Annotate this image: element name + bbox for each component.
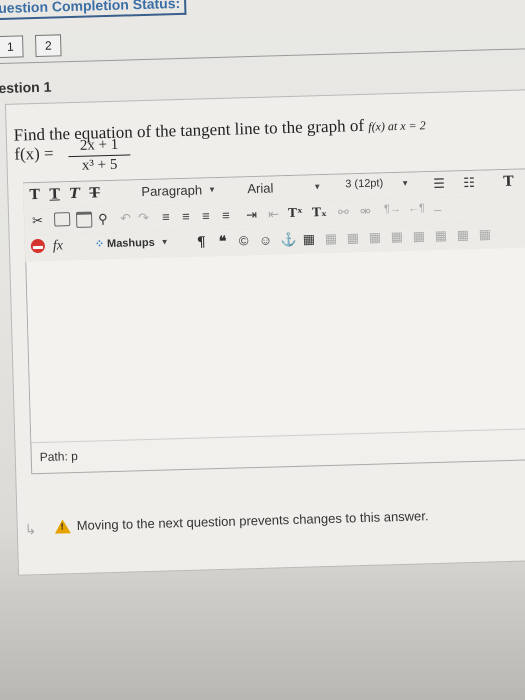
arrow-icon: ↳: [24, 521, 37, 538]
page: uestion Completion Status: 1 2 estion 1 …: [0, 0, 525, 700]
mashups-icon: ⁘: [94, 238, 105, 251]
chevron-down-icon: ▼: [160, 237, 169, 247]
anchor-icon[interactable]: ⚓: [281, 232, 298, 248]
chevron-down-icon: ▼: [401, 178, 410, 188]
more-icon[interactable]: –: [434, 202, 442, 217]
redo-icon[interactable]: ↷: [138, 210, 149, 226]
table-extra-icon[interactable]: ▦: [479, 226, 492, 242]
text-style-button-2[interactable]: T: [49, 186, 60, 202]
table-split-icon[interactable]: ▦: [413, 228, 426, 244]
fraction-numerator: 2x + 1: [67, 136, 131, 158]
paragraph-select-label: Paragraph: [141, 182, 203, 200]
link-icon[interactable]: ⚯: [338, 204, 349, 220]
answer-text-area[interactable]: [26, 247, 525, 442]
warning-icon: [54, 518, 71, 534]
table-row-icon[interactable]: ▦: [325, 231, 338, 247]
copyright-button[interactable]: ©: [239, 233, 249, 248]
text-style-button-3[interactable]: T: [69, 186, 80, 202]
cut-icon[interactable]: ✂: [32, 213, 43, 229]
table-col-icon[interactable]: ▦: [347, 230, 360, 246]
screen-content: uestion Completion Status: 1 2 estion 1 …: [0, 0, 525, 700]
find-icon[interactable]: ⚲: [98, 211, 108, 227]
completion-status-label: uestion Completion Status:: [0, 0, 187, 21]
question-nav-2[interactable]: 2: [34, 34, 62, 58]
function-lhs: f(x) =: [14, 143, 54, 164]
align-left-icon[interactable]: ≡: [162, 209, 170, 224]
formula-button[interactable]: fx: [53, 238, 64, 254]
divider: [0, 48, 525, 65]
chevron-down-icon: ▼: [207, 185, 217, 195]
pilcrow-button[interactable]: ¶: [197, 234, 206, 250]
undo-icon[interactable]: ↶: [120, 210, 131, 226]
table-delete-icon[interactable]: ▦: [435, 228, 448, 244]
font-select[interactable]: Arial ▼: [247, 179, 321, 196]
question-nav-1[interactable]: 1: [0, 35, 24, 59]
unlink-icon[interactable]: ⚮: [360, 204, 371, 220]
numbered-list-icon[interactable]: ☷: [463, 175, 475, 191]
font-select-label: Arial: [247, 180, 274, 197]
paragraph-select[interactable]: Paragraph ▼: [141, 182, 216, 199]
blockquote-button[interactable]: ❝: [219, 234, 227, 250]
rtl-icon[interactable]: ←¶: [408, 202, 425, 214]
size-select[interactable]: 3 (12pt) ▼: [345, 177, 410, 191]
align-right-icon[interactable]: ≡: [202, 208, 210, 223]
size-select-label: 3 (12pt): [345, 177, 384, 191]
text-style-button-4[interactable]: T: [89, 185, 100, 201]
table-props-icon[interactable]: ▦: [457, 227, 470, 243]
chevron-down-icon: ▼: [313, 182, 322, 192]
superscript-icon[interactable]: Tˣ: [288, 206, 303, 220]
table-icon[interactable]: ▦: [303, 231, 316, 247]
mashups-label: Mashups: [106, 236, 155, 250]
prompt-tail: f(x) at x = 2: [368, 118, 426, 134]
ltr-icon[interactable]: ¶→: [384, 203, 401, 215]
outdent-icon[interactable]: ⇤: [268, 206, 279, 222]
paste-icon[interactable]: [75, 211, 93, 228]
copy-icon[interactable]: [53, 212, 71, 227]
table-cell-icon[interactable]: ▦: [369, 229, 382, 245]
mashups-select[interactable]: ⁘ Mashups ▼: [95, 235, 169, 250]
align-center-icon[interactable]: ≡: [182, 209, 190, 224]
indent-icon[interactable]: ⇥: [246, 207, 257, 223]
text-color-icon[interactable]: T: [503, 174, 514, 190]
question-title: estion 1: [0, 78, 52, 97]
emoji-icon[interactable]: ☺: [259, 232, 273, 247]
subscript-icon[interactable]: Tₓ: [312, 205, 327, 219]
justify-icon[interactable]: ≡: [222, 208, 230, 223]
table-merge-icon[interactable]: ▦: [391, 229, 404, 245]
bullet-list-icon[interactable]: ☰: [433, 176, 445, 192]
remove-icon[interactable]: ▬: [30, 238, 46, 254]
fraction-denominator: x³ + 5: [81, 156, 118, 174]
function-fraction: 2x + 1 x³ + 5: [67, 136, 131, 175]
text-style-button-1[interactable]: T: [29, 187, 40, 203]
